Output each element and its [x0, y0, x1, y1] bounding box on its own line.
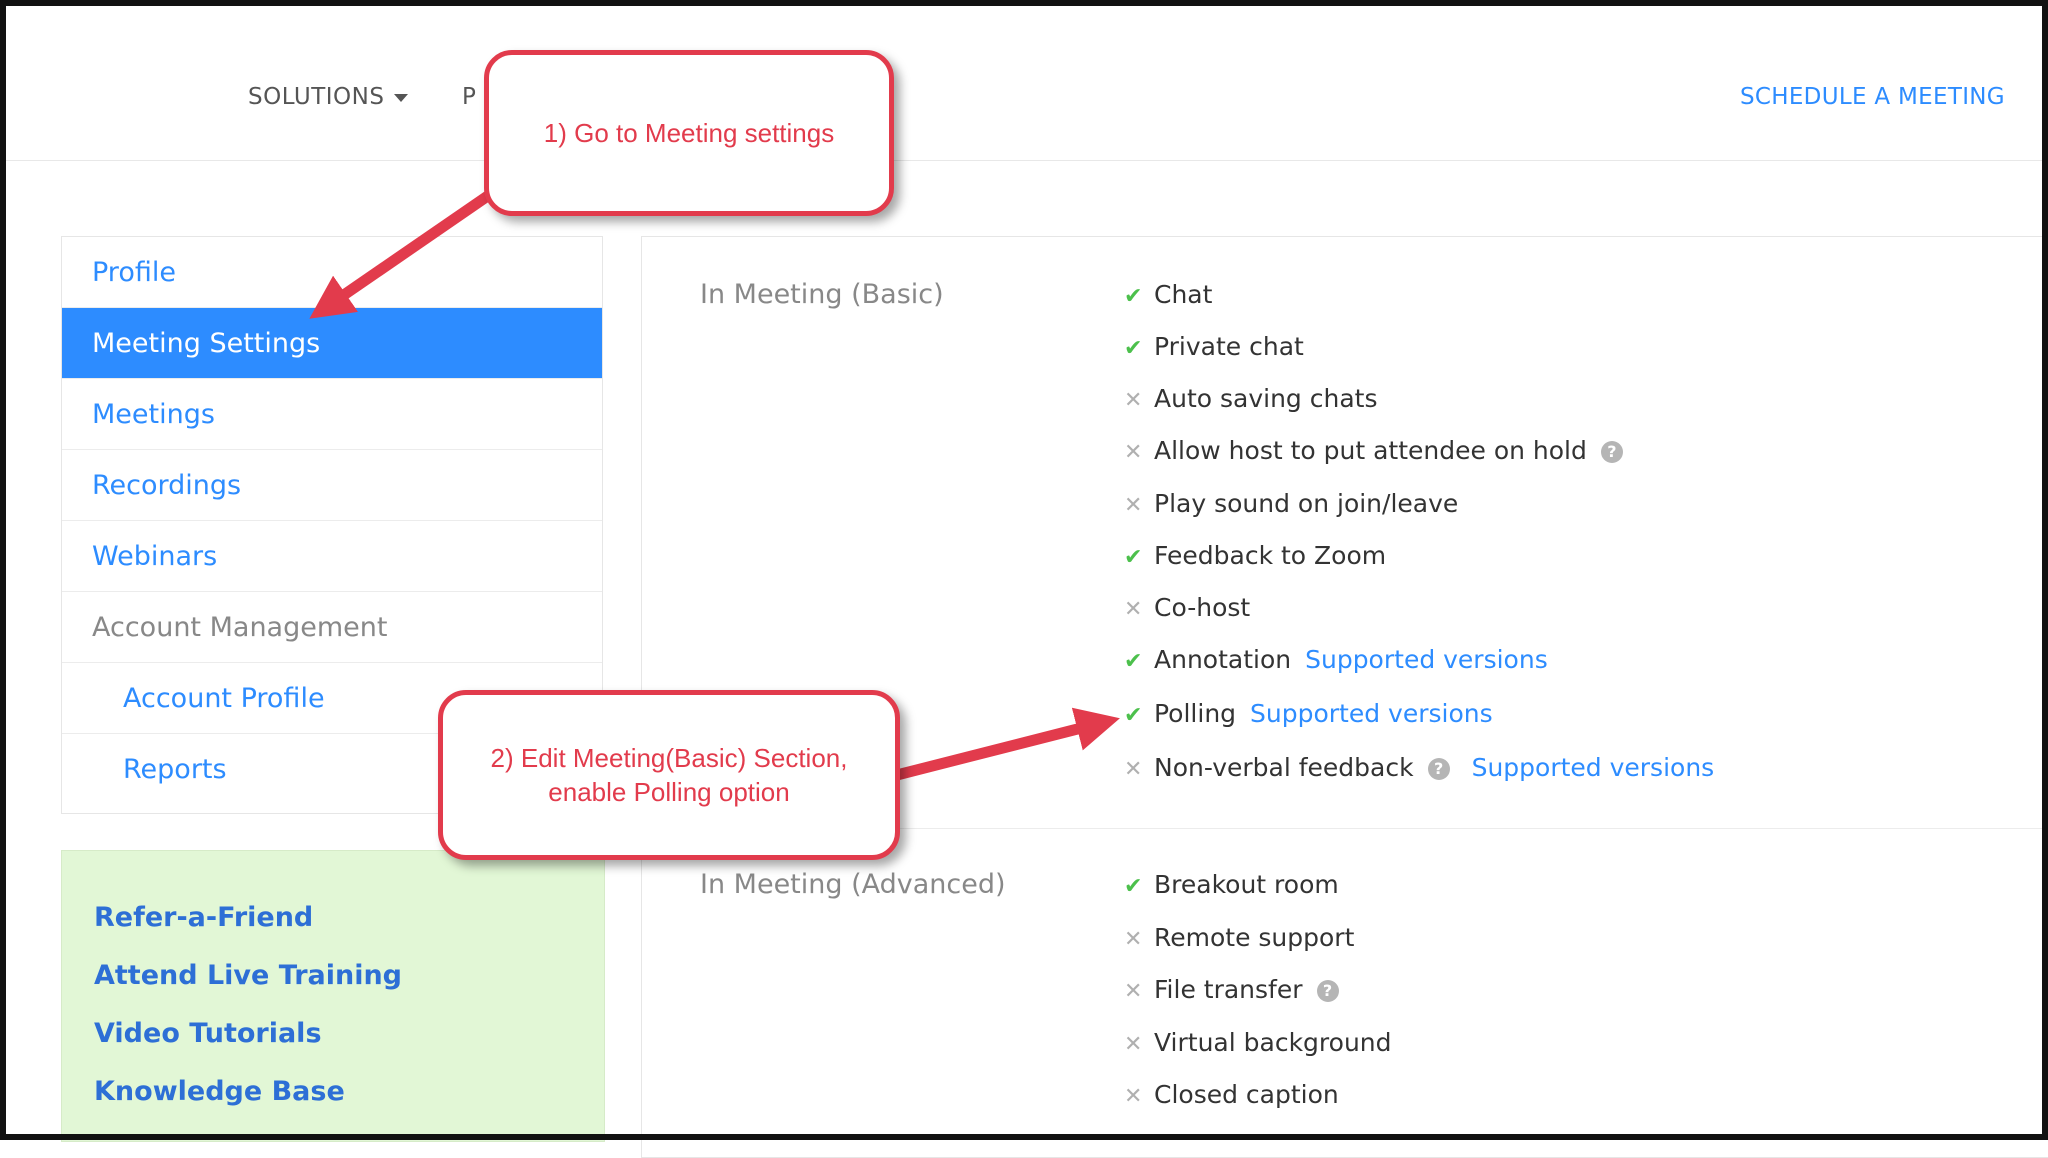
annotation-arrows: [309, 188, 1120, 782]
callout-step-1-text: 1) Go to Meeting settings: [543, 117, 835, 148]
arrow-to-meeting-settings: [309, 188, 496, 319]
arrow-to-polling: [891, 707, 1120, 782]
callout-step-2: 2) Edit Meeting(Basic) Section, enable P…: [438, 690, 900, 860]
callout-step-2-line-2: enable Polling option: [548, 777, 790, 807]
callout-step-1: 1) Go to Meeting settings: [484, 50, 894, 216]
callout-step-2-line-1: 2) Edit Meeting(Basic) Section,: [490, 743, 848, 773]
